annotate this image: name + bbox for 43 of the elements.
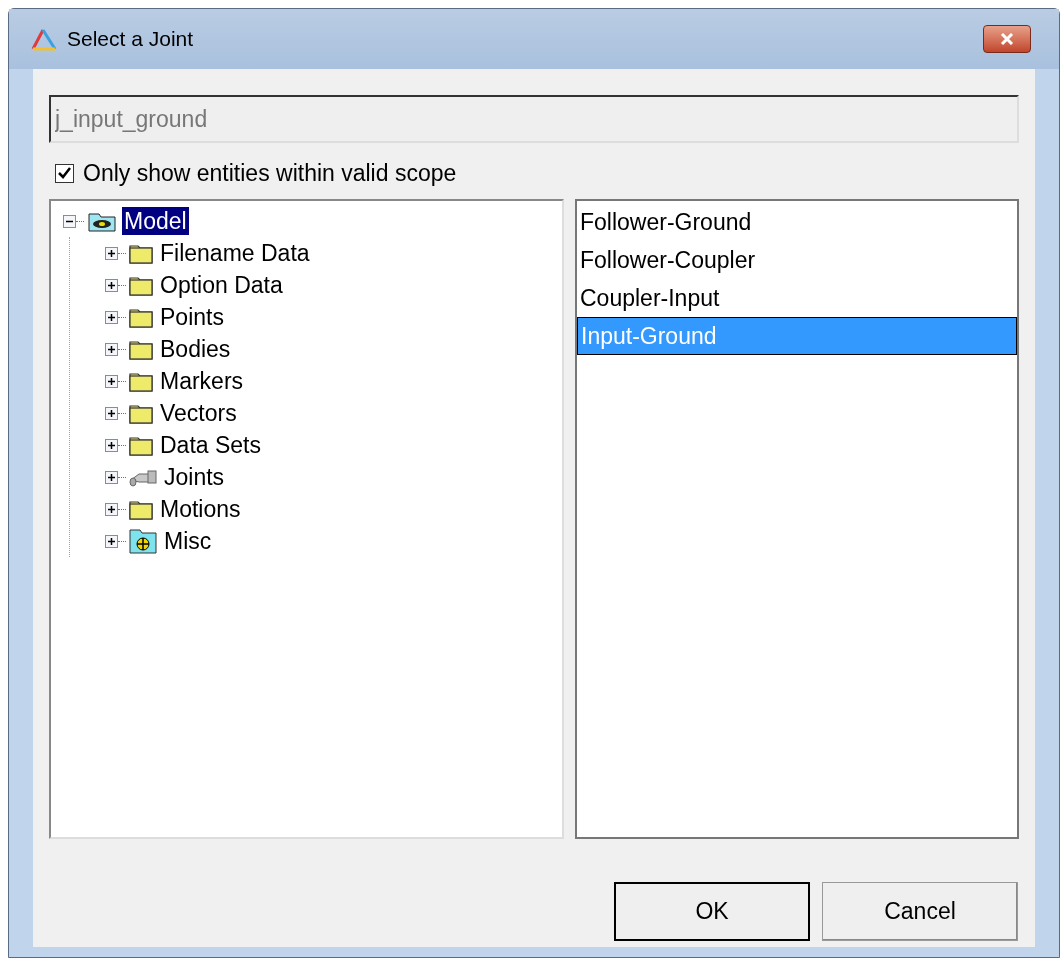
expand-icon[interactable] xyxy=(105,278,118,292)
close-icon xyxy=(1000,33,1014,45)
close-button[interactable] xyxy=(983,25,1031,53)
scope-checkbox[interactable] xyxy=(55,163,74,183)
folder-icon xyxy=(128,338,154,360)
tree-item[interactable]: Motions xyxy=(158,495,243,523)
folder-icon xyxy=(128,498,154,520)
expand-icon[interactable] xyxy=(105,246,118,260)
tree-item[interactable]: Misc xyxy=(162,527,214,555)
tree-item[interactable]: Bodies xyxy=(158,335,233,363)
expand-icon[interactable] xyxy=(105,438,118,452)
tree-item[interactable]: Joints xyxy=(162,463,227,491)
folder-icon xyxy=(128,370,154,392)
expand-icon[interactable] xyxy=(105,502,118,516)
folder-icon xyxy=(128,306,154,328)
tree-item[interactable]: Vectors xyxy=(158,399,239,427)
expand-icon[interactable] xyxy=(105,470,118,484)
tree-item[interactable]: Markers xyxy=(158,367,246,395)
folder-icon xyxy=(128,402,154,424)
list-item[interactable]: Coupler-Input xyxy=(577,279,1017,317)
expand-icon[interactable] xyxy=(105,534,118,548)
folder-icon xyxy=(128,274,154,296)
tree-item[interactable]: Filename Data xyxy=(158,239,312,267)
tree-item[interactable]: Data Sets xyxy=(158,431,263,459)
list-item[interactable]: Follower-Coupler xyxy=(577,241,1017,279)
collapse-icon[interactable] xyxy=(63,214,76,228)
ok-button[interactable]: OK xyxy=(614,882,810,941)
tree-item[interactable]: Points xyxy=(158,303,226,331)
tree-item[interactable]: Model xyxy=(122,207,189,235)
folder-icon xyxy=(128,242,154,264)
cancel-button[interactable]: Cancel xyxy=(822,882,1018,941)
folder-icon xyxy=(128,528,158,554)
name-field[interactable]: j_input_ground xyxy=(49,95,1019,143)
list-item[interactable]: Follower-Ground xyxy=(577,203,1017,241)
expand-icon[interactable] xyxy=(105,310,118,324)
folder-icon xyxy=(128,434,154,456)
tree-item[interactable]: Option Data xyxy=(158,271,285,299)
expand-icon[interactable] xyxy=(105,374,118,388)
expand-icon[interactable] xyxy=(105,342,118,356)
window-title: Select a Joint xyxy=(67,26,194,53)
expand-icon[interactable] xyxy=(105,406,118,420)
checkbox-label: Only show entities within valid scope xyxy=(83,158,457,188)
checkmark-icon xyxy=(58,167,71,179)
